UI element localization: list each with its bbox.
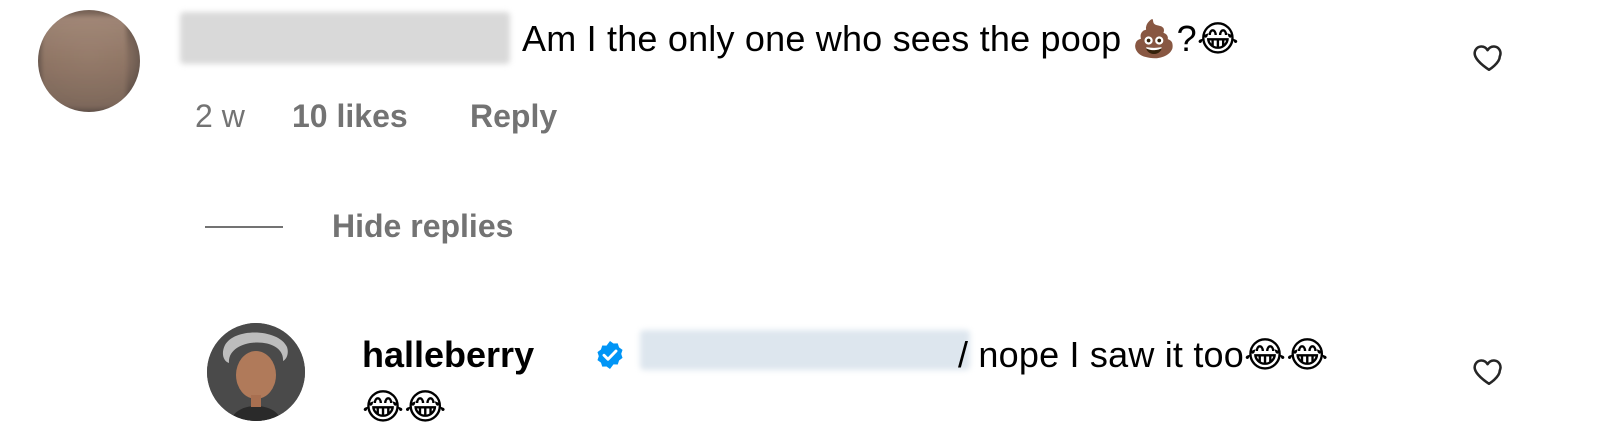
commenter-avatar[interactable] (38, 10, 140, 112)
comment-likes[interactable]: 10 likes (292, 98, 408, 135)
reply-avatar[interactable] (207, 323, 305, 421)
reply-text-continued: 😂😂 (362, 386, 447, 427)
hide-replies-button[interactable]: Hide replies (332, 208, 513, 245)
mentioned-username-redacted[interactable] (640, 330, 970, 370)
person-photo-icon (207, 323, 305, 421)
reply-text: / nope I saw it too😂😂 (958, 334, 1329, 375)
heart-icon[interactable] (1471, 354, 1507, 388)
replies-divider (205, 226, 283, 228)
commenter-username-redacted[interactable] (180, 12, 510, 64)
verified-badge-icon (597, 341, 623, 369)
reply-button[interactable]: Reply (470, 98, 557, 135)
avatar-blur (42, 16, 126, 108)
reply-username[interactable]: halleberry (362, 334, 534, 376)
heart-icon[interactable] (1471, 40, 1507, 74)
comment-text: Am I the only one who sees the poop 💩?😂 (522, 18, 1240, 59)
comment-timestamp[interactable]: 2 w (195, 98, 245, 135)
